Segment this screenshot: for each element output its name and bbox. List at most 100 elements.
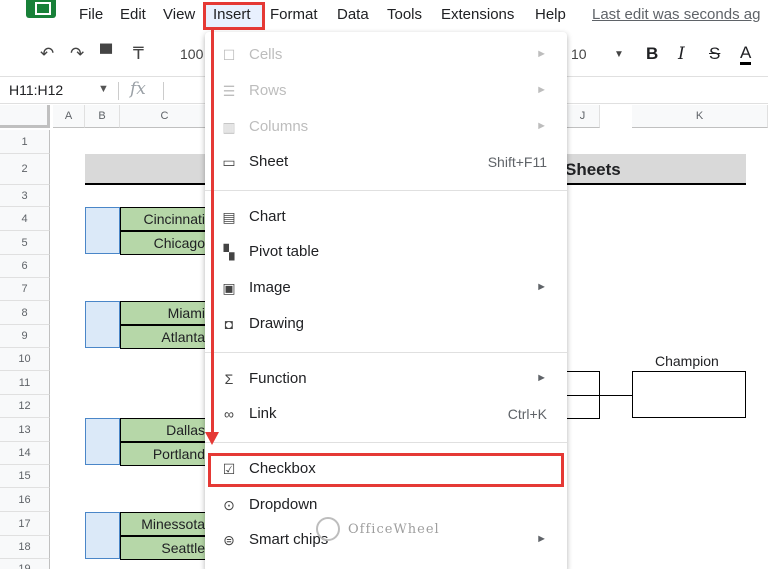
sheets-logo-icon[interactable] bbox=[26, 0, 56, 18]
redo-icon[interactable]: ↷ bbox=[70, 44, 84, 64]
menu-item-label: Rows bbox=[249, 82, 287, 99]
row-header[interactable]: 16 bbox=[0, 488, 50, 512]
menu-format[interactable]: Format bbox=[270, 6, 318, 23]
menu-divider bbox=[205, 190, 567, 191]
columns-icon: ▥ bbox=[222, 119, 236, 135]
menu-item-label: Pivot table bbox=[249, 243, 320, 260]
row-header[interactable]: 10 bbox=[0, 348, 50, 371]
print-icon[interactable]: ▀ bbox=[100, 44, 112, 64]
seed-cell[interactable] bbox=[85, 512, 120, 559]
menu-edit[interactable]: Edit bbox=[120, 6, 146, 23]
submenu-arrow-icon: ► bbox=[536, 48, 547, 60]
row-header[interactable]: 18 bbox=[0, 536, 50, 559]
row-header[interactable]: 4 bbox=[0, 207, 50, 231]
menu-item-label: Drawing bbox=[249, 315, 305, 332]
menu-item-rows[interactable]: ☰ Rows ► bbox=[205, 74, 567, 109]
team-cell[interactable]: Dallas bbox=[120, 418, 210, 442]
menu-item-columns[interactable]: ▥ Columns ► bbox=[205, 110, 567, 145]
font-size-select[interactable]: 10 bbox=[571, 46, 587, 62]
seed-cell[interactable] bbox=[85, 418, 120, 465]
menu-item-label: Function bbox=[249, 370, 307, 387]
row-header[interactable]: 3 bbox=[0, 185, 50, 207]
menu-item-label: Columns bbox=[249, 118, 309, 135]
undo-icon[interactable]: ↶ bbox=[40, 44, 54, 64]
menu-item-sheet[interactable]: ▭ Sheet Shift+F11 bbox=[205, 145, 567, 180]
menu-bar: File Edit View Insert Format Data Tools … bbox=[0, 0, 768, 34]
menu-item-dropdown[interactable]: ⊙ Dropdown bbox=[205, 488, 567, 523]
row-header[interactable]: 12 bbox=[0, 395, 50, 418]
column-header-c[interactable]: C bbox=[120, 105, 210, 128]
team-cell[interactable]: Miami bbox=[120, 301, 210, 325]
row-header[interactable]: 5 bbox=[0, 231, 50, 255]
champion-cell[interactable] bbox=[632, 371, 746, 418]
submenu-arrow-icon: ► bbox=[536, 372, 547, 384]
menu-item-label: Sheet bbox=[249, 153, 289, 170]
name-box[interactable]: H11:H12 bbox=[9, 82, 63, 98]
column-header-j[interactable]: J bbox=[565, 105, 600, 128]
row-header[interactable]: 17 bbox=[0, 512, 50, 536]
menu-divider bbox=[205, 442, 567, 443]
row-header[interactable]: 11 bbox=[0, 371, 50, 395]
menu-insert[interactable]: Insert bbox=[213, 6, 251, 23]
menu-file[interactable]: File bbox=[79, 6, 103, 23]
row-header[interactable]: 14 bbox=[0, 442, 50, 465]
menu-data[interactable]: Data bbox=[337, 6, 369, 23]
row-header[interactable]: 7 bbox=[0, 278, 50, 301]
seed-cell[interactable] bbox=[85, 207, 120, 254]
row-header[interactable]: 15 bbox=[0, 465, 50, 488]
menu-view[interactable]: View bbox=[163, 6, 195, 23]
select-all-corner[interactable] bbox=[0, 105, 50, 128]
strikethrough-button[interactable]: S bbox=[709, 44, 720, 64]
menu-item-function[interactable]: Σ Function ► bbox=[205, 362, 567, 397]
bold-button[interactable]: B bbox=[646, 44, 658, 64]
column-header-k[interactable]: K bbox=[632, 105, 768, 128]
last-edit-link[interactable]: Last edit was seconds ag bbox=[592, 6, 760, 23]
paint-format-icon[interactable]: ₸ bbox=[133, 44, 144, 64]
menu-item-link[interactable]: ∞ Link Ctrl+K bbox=[205, 397, 567, 432]
column-header-b[interactable]: B bbox=[85, 105, 120, 128]
team-cell[interactable]: Minessota bbox=[120, 512, 210, 536]
cell-icon: ☐ bbox=[222, 47, 236, 63]
italic-button[interactable]: I bbox=[678, 44, 685, 64]
smart-chips-icon: ⊜ bbox=[223, 532, 235, 548]
seed-cell[interactable] bbox=[85, 301, 120, 348]
fx-icon: fx bbox=[130, 79, 146, 99]
menu-item-cells[interactable]: ☐ Cells ► bbox=[205, 38, 567, 73]
menu-item-pivot-table[interactable]: ▚ Pivot table bbox=[205, 235, 567, 270]
team-cell[interactable]: Atlanta bbox=[120, 325, 210, 349]
menu-help[interactable]: Help bbox=[535, 6, 566, 23]
menu-item-drawing[interactable]: ◘ Drawing bbox=[205, 307, 567, 342]
row-header[interactable]: 19 bbox=[0, 559, 50, 569]
row-header[interactable]: 2 bbox=[0, 154, 50, 185]
row-header[interactable]: 9 bbox=[0, 325, 50, 348]
menu-extensions[interactable]: Extensions bbox=[441, 6, 514, 23]
shortcut-text: Ctrl+K bbox=[507, 406, 547, 422]
menu-item-chart[interactable]: ▤ Chart bbox=[205, 200, 567, 235]
link-icon: ∞ bbox=[224, 406, 234, 422]
pivot-table-icon: ▚ bbox=[223, 244, 235, 260]
row-header[interactable]: 6 bbox=[0, 255, 50, 278]
menu-item-label: Image bbox=[249, 279, 291, 296]
submenu-arrow-icon: ► bbox=[536, 84, 547, 96]
team-cell[interactable]: Portland bbox=[120, 442, 210, 466]
menu-item-label: Chart bbox=[249, 208, 286, 225]
text-color-button[interactable]: A bbox=[740, 44, 752, 65]
team-cell[interactable]: Seattle bbox=[120, 536, 210, 560]
column-header-a[interactable]: A bbox=[53, 105, 85, 128]
menu-divider bbox=[205, 352, 567, 353]
row-header[interactable]: 8 bbox=[0, 301, 50, 325]
menu-tools[interactable]: Tools bbox=[387, 6, 422, 23]
zoom-select[interactable]: 100 bbox=[180, 46, 203, 62]
menu-item-image[interactable]: ▣ Image ► bbox=[205, 271, 567, 306]
name-box-dropdown-icon[interactable]: ▼ bbox=[98, 83, 109, 95]
team-cell[interactable]: Cincinnati bbox=[120, 207, 210, 231]
menu-item-label: Dropdown bbox=[249, 496, 318, 513]
row-header[interactable]: 13 bbox=[0, 418, 50, 442]
divider bbox=[163, 82, 164, 100]
team-cell[interactable]: Chicago bbox=[120, 231, 210, 255]
row-header[interactable]: 1 bbox=[0, 130, 50, 154]
insert-menu: ☐ Cells ► ☰ Rows ► ▥ Columns ► ▭ Sheet S… bbox=[205, 32, 567, 569]
shortcut-text: Shift+F11 bbox=[487, 154, 547, 170]
font-size-dropdown-icon[interactable]: ▼ bbox=[614, 49, 624, 60]
menu-item-label: Cells bbox=[249, 46, 283, 63]
